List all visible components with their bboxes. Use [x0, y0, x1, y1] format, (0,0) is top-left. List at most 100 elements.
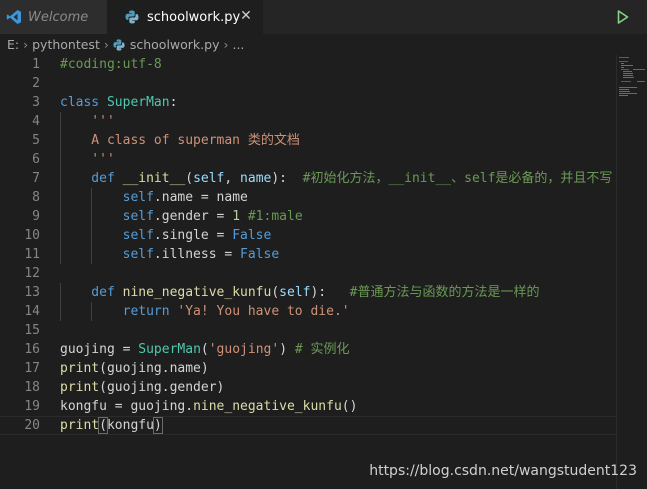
- line-number: 16: [24, 342, 40, 357]
- code-token: guojing =: [60, 342, 139, 357]
- code-token: ): [152, 417, 163, 434]
- code-token: print: [60, 361, 100, 376]
- code-token: .gender =: [153, 209, 233, 224]
- line-number: 7: [32, 171, 40, 186]
- close-tab-icon[interactable]: ✕: [239, 9, 253, 23]
- line-number: 12: [24, 266, 40, 281]
- breadcrumb-ellipsis[interactable]: ...: [232, 37, 244, 52]
- code-line[interactable]: print(kongfu): [60, 416, 616, 435]
- code-token: ''': [60, 114, 115, 129]
- breadcrumb-file[interactable]: schoolwork.py: [130, 37, 220, 52]
- code-line[interactable]: self.single = False: [60, 226, 616, 245]
- code-line[interactable]: ''': [60, 150, 616, 169]
- code-token: 1: [232, 209, 241, 224]
- code-token: return: [60, 304, 178, 319]
- code-token: self: [60, 209, 154, 224]
- code-line[interactable]: class SuperMan:: [60, 93, 616, 112]
- code-token: SuperMan: [138, 342, 201, 357]
- code-token: (): [341, 399, 358, 414]
- code-line[interactable]: return 'Ya! You have to die.': [60, 302, 616, 321]
- line-number: 8: [32, 190, 40, 205]
- run-play-icon[interactable]: [617, 10, 629, 24]
- code-line[interactable]: self.name = name: [60, 188, 616, 207]
- tab-schoolwork[interactable]: schoolwork.py ✕: [107, 0, 263, 34]
- code-token: False: [240, 247, 280, 262]
- tab-welcome-label: Welcome: [28, 9, 89, 25]
- line-number: 14: [24, 304, 40, 319]
- code-line[interactable]: self.illness = False: [60, 245, 616, 264]
- code-line[interactable]: self.gender = 1 #1:male: [60, 207, 616, 226]
- code-token: self: [193, 171, 225, 186]
- code-token: #coding:utf-8: [60, 57, 162, 72]
- code-line[interactable]: #coding:utf-8: [60, 55, 616, 74]
- code-token: ): [279, 342, 295, 357]
- tab-bar: Welcome schoolwork.py ✕: [0, 0, 647, 34]
- code-token: (guojing.name): [99, 361, 209, 376]
- code-token: self: [60, 190, 154, 205]
- code-token: 'Ya! You have to die.': [177, 304, 350, 319]
- code-token: (: [185, 171, 194, 186]
- code-token: class: [60, 95, 107, 110]
- code-token: A class of superman 类的文档: [60, 133, 300, 148]
- code-token: #普通方法与函数的方法是一样的: [349, 285, 540, 300]
- code-token: ):: [310, 285, 350, 300]
- code-line[interactable]: [60, 74, 616, 93]
- code-line[interactable]: kongfu = guojing.nine_negative_kunfu(): [60, 397, 616, 416]
- code-token: False: [232, 228, 272, 243]
- code-token: nine_negative_kunfu: [193, 399, 342, 414]
- python-file-icon: [125, 10, 139, 24]
- line-number: 10: [24, 228, 40, 243]
- code-token: def: [60, 171, 123, 186]
- code-token: (: [271, 285, 280, 300]
- code-token: print: [60, 418, 100, 433]
- line-number: 9: [32, 209, 40, 224]
- code-line[interactable]: A class of superman 类的文档: [60, 131, 616, 150]
- code-token: #1:male: [247, 209, 303, 224]
- code-line[interactable]: guojing = SuperMan('guojing') # 实例化: [60, 340, 616, 359]
- tab-welcome[interactable]: Welcome: [0, 0, 107, 34]
- code-line[interactable]: def nine_negative_kunfu(self): #普通方法与函数的…: [60, 283, 616, 302]
- line-number: 6: [32, 152, 40, 167]
- code-token: def: [60, 285, 123, 300]
- breadcrumb-folder[interactable]: pythontest: [32, 37, 100, 52]
- vscode-logo-icon: [6, 10, 21, 24]
- code-line[interactable]: ''': [60, 112, 616, 131]
- breadcrumb-drive[interactable]: E:: [7, 37, 19, 52]
- code-token: #初始化方法，__init__、self是必备的，并且不写: [302, 171, 613, 186]
- code-token: name: [240, 171, 272, 186]
- code-line[interactable]: [60, 264, 616, 283]
- code-token: (guojing.gender): [99, 380, 225, 395]
- code-token: (: [98, 417, 108, 434]
- code-token: .name = name: [153, 190, 248, 205]
- breadcrumb: E: › pythontest › schoolwork.py › ...: [0, 34, 647, 55]
- code-token: ''': [60, 152, 115, 167]
- line-number: 2: [32, 76, 40, 91]
- code-line[interactable]: print(guojing.name): [60, 359, 616, 378]
- line-number: 17: [24, 361, 40, 376]
- code-token: __init__: [122, 171, 186, 186]
- line-number: 20: [24, 418, 40, 433]
- line-number: 18: [24, 380, 40, 395]
- line-number: 4: [32, 114, 40, 129]
- code-token: nine_negative_kunfu: [122, 285, 272, 300]
- line-number: 1: [32, 57, 40, 72]
- code-area[interactable]: #coding:utf-8 class SuperMan: ''' A class…: [60, 55, 616, 435]
- line-number: 3: [32, 95, 40, 110]
- code-token: SuperMan: [106, 95, 170, 110]
- code-token: .single =: [153, 228, 233, 243]
- tab-schoolwork-label: schoolwork.py: [147, 9, 241, 25]
- code-token: kongfu: [106, 418, 154, 433]
- code-token: self: [60, 247, 154, 262]
- code-line[interactable]: def __init__(self, name): #初始化方法，__init_…: [60, 169, 616, 188]
- line-number: 13: [24, 285, 40, 300]
- line-number: 15: [24, 323, 40, 338]
- code-line[interactable]: [60, 321, 616, 340]
- code-line[interactable]: print(guojing.gender): [60, 378, 616, 397]
- minimap-preview: [619, 57, 645, 96]
- code-token: (: [200, 342, 209, 357]
- minimap[interactable]: [616, 55, 647, 489]
- line-number: 11: [24, 247, 40, 262]
- code-editor[interactable]: 1 2 3 4 5 6 7 8 9 10 11 12 13 14 15 16 17 18 19 20 #coding:…: [0, 55, 616, 489]
- python-file-icon: [113, 38, 125, 51]
- chevron-right-icon: ›: [223, 37, 229, 52]
